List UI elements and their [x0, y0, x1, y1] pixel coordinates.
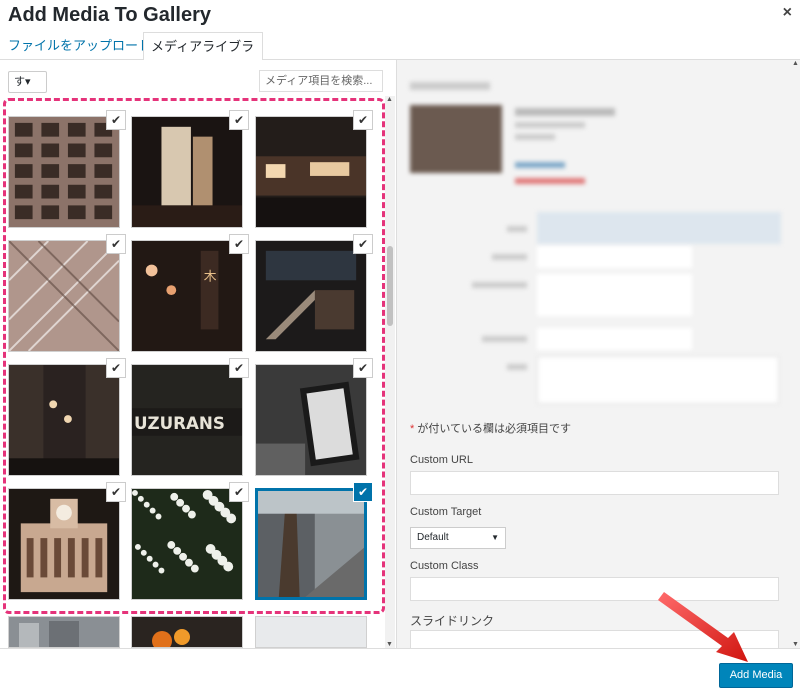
thumb-image: UZURANS — [132, 365, 242, 475]
attachment-thumb-stairway-night[interactable] — [255, 240, 367, 352]
required-note: * が付いている欄は必須項目です — [410, 420, 571, 436]
modal-title: Add Media To Gallery — [8, 4, 211, 26]
slide-link-input[interactable] — [410, 630, 779, 648]
thumb-image — [256, 241, 366, 351]
thumb-image — [132, 617, 242, 647]
scroll-up-icon[interactable]: ▲ — [386, 96, 393, 103]
attachment-thumb-tree-walkway[interactable] — [255, 488, 367, 600]
scroll-down-icon[interactable]: ▼ — [792, 641, 799, 648]
thumb-image — [9, 365, 119, 475]
add-media-button[interactable]: Add Media — [719, 663, 793, 688]
modal-footer: Add Media — [0, 648, 800, 691]
details-scrollbar[interactable]: ▲ ▼ — [792, 60, 800, 648]
custom-class-input[interactable] — [410, 577, 779, 601]
attachment-thumb-alley-night[interactable] — [8, 364, 120, 476]
thumb-image — [9, 489, 119, 599]
custom-url-label: Custom URL — [410, 454, 473, 466]
attachment-thumb-glass-atrium[interactable] — [8, 240, 120, 352]
tab-media-library[interactable]: メディアライブラリ — [143, 32, 263, 82]
thumb-image — [132, 489, 242, 599]
thumb-image — [256, 117, 366, 227]
thumb-image: 木 — [132, 241, 242, 351]
attachment-thumb-partial-1[interactable] — [8, 616, 120, 648]
thumb-image — [256, 365, 366, 475]
attachment-thumb-night-tower[interactable] — [131, 116, 243, 228]
attachment-thumb-uzurans-sign[interactable]: UZURANS — [131, 364, 243, 476]
filter-value: す▾ — [14, 76, 31, 88]
thumb-image — [9, 617, 119, 647]
grid-scrollbar[interactable]: ▲ ▼ — [385, 96, 395, 648]
slide-link-label: スライドリンク — [410, 614, 495, 628]
scrollbar-thumb[interactable] — [387, 246, 393, 326]
checkmark-icon[interactable]: ✔ — [106, 482, 126, 502]
media-search-input[interactable]: メディア項目を検索... — [259, 70, 383, 92]
scroll-down-icon[interactable]: ▼ — [386, 641, 393, 648]
checkmark-icon[interactable]: ✔ — [353, 482, 373, 502]
thumb-image — [256, 617, 366, 647]
attachment-thumb-building-facade[interactable] — [8, 116, 120, 228]
checkmark-icon[interactable]: ✔ — [229, 482, 249, 502]
thumb-image — [9, 117, 119, 227]
custom-target-label: Custom Target — [410, 506, 482, 518]
chevron-down-icon: ▼ — [491, 533, 499, 542]
close-icon[interactable]: × — [783, 4, 792, 22]
attachment-thumb-neon-sign-street[interactable]: 木 — [131, 240, 243, 352]
custom-target-value: Default — [417, 532, 449, 543]
checkmark-icon[interactable]: ✔ — [229, 234, 249, 254]
attachment-thumb-partial-3[interactable] — [255, 616, 367, 648]
checkmark-icon[interactable]: ✔ — [106, 234, 126, 254]
custom-url-input[interactable] — [410, 471, 779, 495]
svg-text:UZURANS: UZURANS — [134, 414, 225, 433]
thumb-image — [258, 491, 364, 597]
custom-target-select[interactable]: Default ▼ — [410, 527, 506, 549]
checkmark-icon[interactable]: ✔ — [353, 110, 373, 130]
svg-text:木: 木 — [204, 269, 217, 284]
media-library-pane: す▾ メディア項目を検索... ✔ ✔ ✔ ✔ 木 ✔ ✔ ✔ UZURANS ✔ ✔ ✔ ✔ ✔ ▲ ▼ — [0, 60, 395, 648]
tab-upload-files[interactable]: ファイルをアップロード — [1, 32, 158, 60]
attachment-thumb-clock-tower[interactable] — [8, 488, 120, 600]
thumb-image — [9, 241, 119, 351]
media-modal: Add Media To Gallery × ファイルをアップロード メディアラ… — [0, 0, 800, 691]
attachment-details-pane: * が付いている欄は必須項目です Custom URL Custom Targe… — [396, 60, 800, 648]
attachment-thumb-night-street[interactable] — [255, 116, 367, 228]
checkmark-icon[interactable]: ✔ — [353, 234, 373, 254]
attachment-thumb-white-flowers[interactable] — [131, 488, 243, 600]
attachment-thumb-partial-2[interactable] — [131, 616, 243, 648]
thumb-image — [132, 117, 242, 227]
checkmark-icon[interactable]: ✔ — [229, 358, 249, 378]
attachment-thumb-sign-monochrome[interactable] — [255, 364, 367, 476]
media-filter-select[interactable]: す▾ — [8, 71, 47, 93]
checkmark-icon[interactable]: ✔ — [106, 110, 126, 130]
custom-class-label: Custom Class — [410, 560, 479, 572]
checkmark-icon[interactable]: ✔ — [353, 358, 373, 378]
checkmark-icon[interactable]: ✔ — [229, 110, 249, 130]
scroll-up-icon[interactable]: ▲ — [792, 60, 799, 67]
checkmark-icon[interactable]: ✔ — [106, 358, 126, 378]
tab-bar: ファイルをアップロード メディアライブラリ — [0, 32, 800, 82]
required-note-text: が付いている欄は必須項目です — [414, 423, 572, 435]
